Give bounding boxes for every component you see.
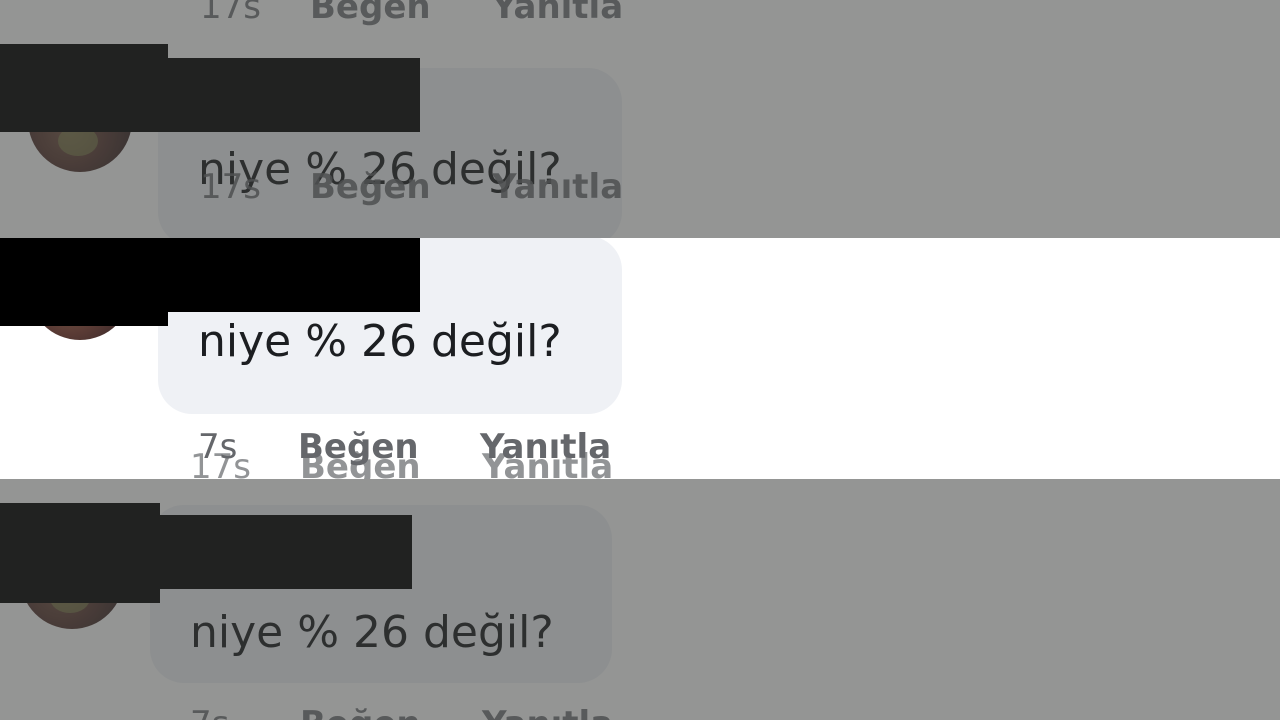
frame-bottom: niye % 26 değil? 7sBeğenYanıtla: [0, 479, 1280, 720]
timestamp: 17s: [190, 447, 251, 479]
frame-middle: niye % 26 değil? 7s Beğen Yanıtla 17s Beğen…: [0, 238, 1280, 479]
comment-item: niye % 26 değil?: [0, 18, 1280, 238]
screenshot-stage: 17s Beğen Yanıtla niye % 26 değil? 17s Beğe…: [0, 0, 1280, 720]
timestamp: 7s: [190, 707, 300, 720]
comment-item: niye % 26 değil?: [0, 238, 1280, 479]
like-link[interactable]: Beğen: [300, 707, 482, 720]
like-link[interactable]: Beğen: [310, 170, 492, 204]
redacted-name: [0, 515, 412, 589]
comment-actions-faded: 17s Beğen Yanıtla: [190, 450, 613, 479]
comment-text: niye % 26 değil?: [198, 316, 562, 367]
like-link[interactable]: Beğen: [300, 450, 482, 479]
reply-link[interactable]: Yanıtla: [482, 450, 613, 479]
redacted-name: [0, 238, 420, 312]
reply-link[interactable]: Yanıtla: [492, 170, 623, 204]
timestamp: 17s: [200, 167, 261, 207]
redacted-name: [0, 58, 420, 132]
comment-text: niye % 26 değil?: [190, 607, 554, 658]
comment-actions-faded: 7sBeğenYanıtla: [190, 707, 613, 720]
comment-item: niye % 26 değil?: [0, 479, 1280, 720]
frame-top: 17s Beğen Yanıtla niye % 26 değil? 17s Beğe…: [0, 0, 1280, 238]
comment-actions-faded: 17s Beğen Yanıtla: [200, 170, 623, 204]
reply-link[interactable]: Yanıtla: [482, 707, 613, 720]
